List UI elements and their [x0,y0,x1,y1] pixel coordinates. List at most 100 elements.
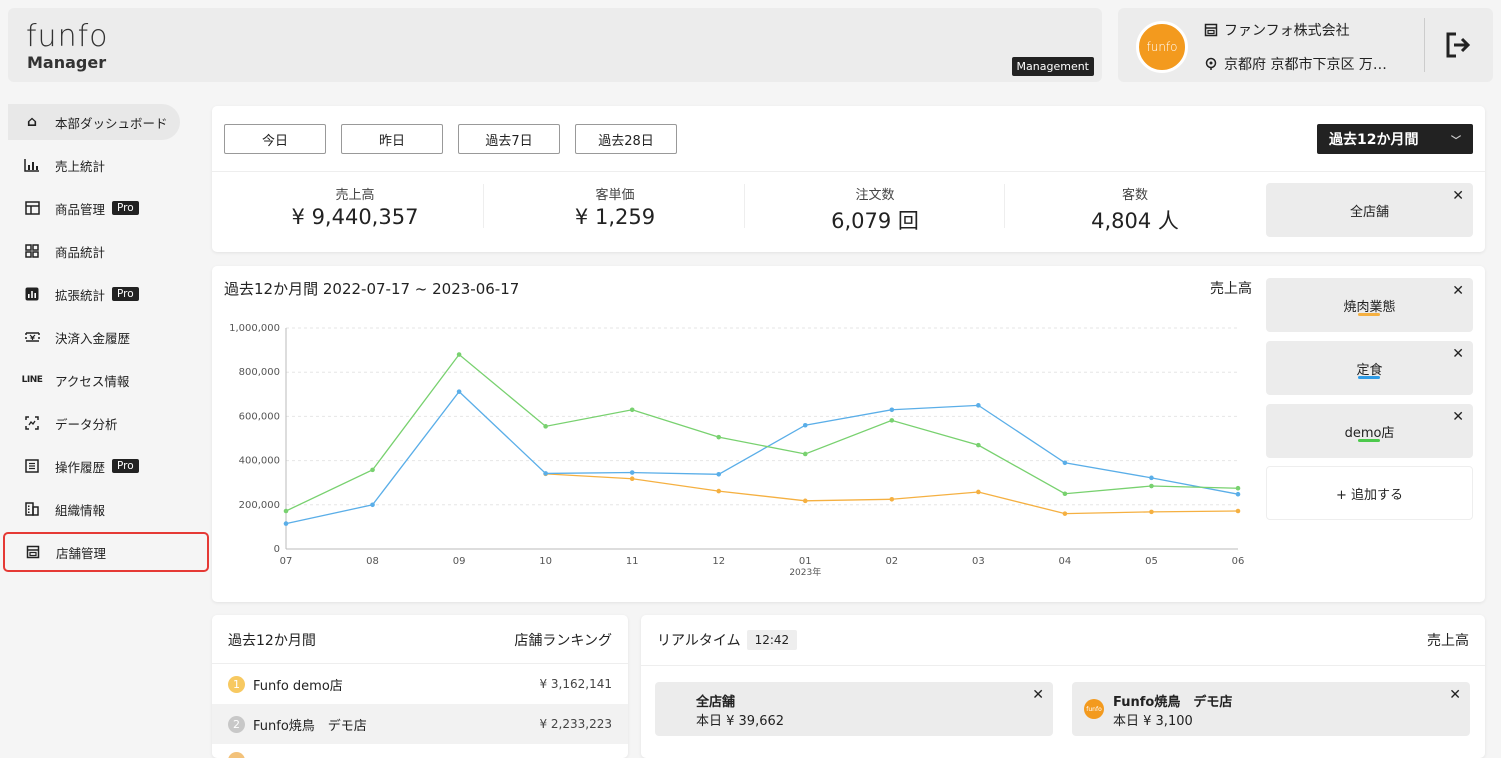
store-icon [1204,23,1218,37]
series-chip-teishoku[interactable]: 定食 ✕ [1266,341,1473,395]
stat-sales: 売上高 ¥ 9,440,357 [225,184,485,229]
avatar[interactable]: funfo [1136,21,1188,73]
data-point [543,424,548,429]
analysis-icon [22,416,42,430]
pro-badge: Pro [112,287,139,301]
series-chip-yakiniku[interactable]: 焼肉業態 ✕ [1266,278,1473,332]
building-icon [22,502,42,516]
realtime-store-chip[interactable]: 全店舗 本日 ¥ 39,662 ✕ [655,682,1053,736]
data-point [629,407,635,413]
data-point [716,488,722,494]
close-icon[interactable]: ✕ [1452,346,1464,362]
location-pin-icon [1205,57,1217,70]
series-line [285,353,1239,512]
list-icon [22,459,42,473]
data-point [283,508,289,514]
logo-subtitle: Manager [27,53,107,72]
y-tick-label: 1,000,000 [229,323,280,334]
stat-customers: 客数 4,804 人 [1005,184,1265,235]
sidebar-item-dashboard[interactable]: ⌂ 本部ダッシュボード [8,104,180,140]
data-point [889,496,895,502]
series-chip-demo[interactable]: demo店 ✕ [1266,404,1473,458]
period-select[interactable]: 過去12か月間 ﹀ [1317,124,1473,154]
layout-icon [22,201,42,215]
sidebar-item-label: 売上統計 [55,158,106,174]
sidebar-item-data-analysis[interactable]: データ分析 [8,405,180,441]
ranking-row[interactable]: 1 Funfo demo店 ¥ 3,162,141 [212,664,628,704]
close-icon[interactable]: ✕ [1452,188,1464,204]
sidebar-item-label: 組織情報 [55,502,106,518]
sidebar-item-extended-stats[interactable]: 拡張統計 Pro [8,276,180,312]
y-tick-label: 600,000 [239,411,280,422]
sidebar-item-product-stats[interactable]: 商品統計 [8,233,180,269]
data-point [976,442,981,448]
data-point [802,451,808,457]
data-point [370,502,375,508]
divider [483,184,484,228]
data-point [1149,509,1154,515]
series-color-swatch [1358,439,1380,442]
sidebar-item-operation-history[interactable]: 操作履歴 Pro [8,448,180,484]
sidebar-item-store-management[interactable]: 店舗管理 [3,532,209,572]
sidebar-item-product-management[interactable]: 商品管理 Pro [8,190,180,226]
x-tick-label: 08 [366,556,379,567]
line-icon: LINE [21,375,43,385]
close-icon[interactable]: ✕ [1452,283,1464,299]
x-tick-label: 06 [1232,556,1245,567]
home-icon: ⌂ [26,114,38,130]
realtime-clock: 12:42 [746,630,798,650]
range-28days-button[interactable]: 過去28日 [575,124,677,154]
y-tick-label: 0 [274,544,280,555]
sidebar-item-access-info[interactable]: LINE アクセス情報 [8,362,180,398]
data-point [1062,460,1068,466]
sidebar-item-label: 商品統計 [55,244,106,260]
close-icon[interactable]: ✕ [1449,687,1461,703]
location: 京都府 京都市下京区 万… [1204,54,1387,74]
payment-icon [22,330,42,344]
location-label: 京都府 京都市下京区 万… [1224,57,1387,73]
realtime-store-name: Funfo焼鳥 デモ店 [1113,695,1233,710]
close-icon[interactable]: ✕ [1452,409,1464,425]
realtime-store-chip[interactable]: funfo Funfo焼鳥 デモ店 本日 ¥ 3,100 ✕ [1072,682,1470,736]
x-tick-label: 04 [1059,556,1072,567]
summary-card: 今日 昨日 過去7日 過去28日 過去12か月間 ﹀ 売上高 ¥ 9,440,3… [212,106,1485,252]
grid-icon [22,244,42,258]
store-ranking-card: 過去12か月間 店舗ランキング 1 Funfo demo店 ¥ 3,162,14… [212,615,628,758]
realtime-store-today: 本日 ¥ 39,662 [696,714,785,729]
store-filter-chip[interactable]: 全店舗 ✕ [1266,183,1473,237]
bar-chart-icon [22,158,42,172]
sidebar-nav: ⌂ 本部ダッシュボード 売上統計 商品管理 Pro 商品統計 拡張統計 Pro … [0,104,212,577]
sidebar-item-payment-history[interactable]: 決済入金履歴 [8,319,180,355]
stats-icon [22,287,42,301]
store-icon [23,545,43,559]
series-line [545,473,1239,515]
rank-number: 1 [228,675,245,693]
add-series-button[interactable]: + 追加する [1266,466,1473,520]
management-badge: Management [1011,57,1094,76]
y-tick-label: 400,000 [239,456,280,467]
rank-number [228,752,245,758]
range-7days-button[interactable]: 過去7日 [458,124,560,154]
sidebar-item-org-info[interactable]: 組織情報 [8,491,180,527]
data-point [1235,485,1241,491]
header-divider [1424,18,1425,72]
stat-value: ¥ 9,440,357 [291,205,419,229]
data-point [802,498,808,504]
data-point [456,352,462,357]
series-chip-label: 焼肉業態 [1343,299,1396,315]
x-tick-label: 03 [972,556,985,567]
sidebar-item-label: 拡張統計 [55,287,106,303]
stat-orders: 注文数 6,079 回 [745,184,1005,235]
range-yesterday-button[interactable]: 昨日 [341,124,443,154]
logout-icon[interactable] [1443,30,1473,60]
sidebar-item-sales-stats[interactable]: 売上統計 [8,147,180,183]
series-chip-label: 定食 [1356,362,1383,378]
data-point [1062,491,1068,497]
data-point [629,470,635,475]
company-name: ファンフォ株式会社 [1204,20,1350,40]
ranking-row[interactable]: 2 Funfo焼鳥 デモ店 ¥ 2,233,223 [212,704,628,744]
range-today-button[interactable]: 今日 [224,124,326,154]
close-icon[interactable]: ✕ [1032,687,1044,703]
period-select-value: 過去12か月間 [1329,132,1419,148]
x-tick-label: 12 [712,556,725,567]
